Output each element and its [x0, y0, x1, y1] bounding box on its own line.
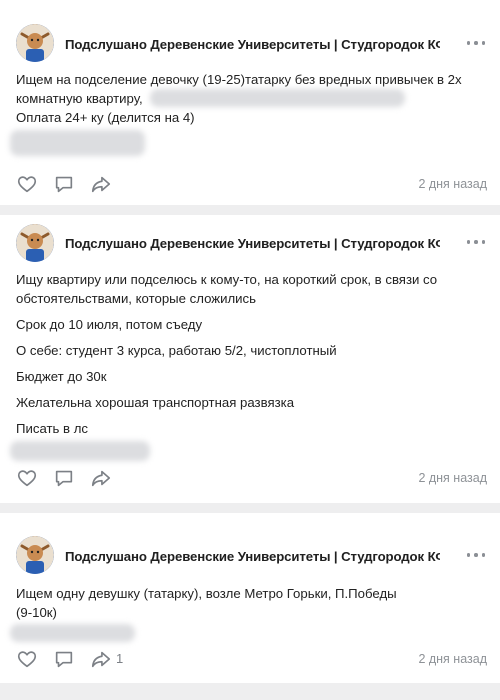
post-text-line: Ищем на подселение девочку (19-25)татарк…: [16, 72, 462, 87]
post-text-line: Срок до 10 июля, потом съеду: [16, 317, 203, 332]
redacted-text: [10, 130, 145, 156]
share-count: 1: [116, 651, 124, 666]
share-icon[interactable]: [90, 173, 112, 195]
post-author[interactable]: Подслушано Деревенские Университеты | Ст…: [65, 37, 440, 52]
post-text-line: Желательна хорошая транспортная развязка: [16, 395, 295, 410]
news-feed: Подслушано Деревенские Университеты | Ст…: [0, 0, 500, 700]
post-timestamp[interactable]: 2 дня назад: [418, 471, 487, 485]
post-text-line: обстоятельствами, которые сложились: [16, 291, 256, 306]
post-header: Подслушано Деревенские Университеты | Ст…: [0, 532, 500, 580]
post-author[interactable]: Подслушано Деревенские Университеты | Ст…: [65, 236, 440, 251]
heart-icon[interactable]: [16, 648, 38, 670]
share-icon[interactable]: [90, 648, 112, 670]
post-divider: [0, 205, 500, 215]
heart-icon[interactable]: [16, 467, 38, 489]
heart-icon[interactable]: [16, 173, 38, 195]
avatar[interactable]: [16, 24, 54, 62]
post-divider: [0, 503, 500, 513]
post-actions: 1 2 дня назад: [0, 648, 500, 672]
post-timestamp[interactable]: 2 дня назад: [418, 177, 487, 191]
post-actions: 2 дня назад: [0, 173, 500, 197]
post-divider: [0, 683, 500, 700]
more-dots-icon[interactable]: [465, 237, 487, 247]
post-text-line: комнатную квартиру,: [16, 91, 143, 106]
post-text-line: Писать в лс: [16, 421, 89, 436]
avatar[interactable]: [16, 224, 54, 262]
post-header: Подслушано Деревенские Университеты | Ст…: [0, 220, 500, 268]
comment-icon[interactable]: [53, 173, 75, 195]
post-timestamp[interactable]: 2 дня назад: [418, 652, 487, 666]
redacted-text: [150, 89, 405, 107]
redacted-text: [10, 624, 135, 642]
post-text-line: Бюджет до 30к: [16, 369, 107, 384]
post-header: Подслушано Деревенские Университеты | Ст…: [0, 20, 500, 68]
avatar[interactable]: [16, 536, 54, 574]
comment-icon[interactable]: [53, 648, 75, 670]
post-text-line: Оплата 24+ ку (делится на 4): [16, 110, 195, 125]
post-text-line: Ищу квартиру или подселюсь к кому-то, на…: [16, 272, 438, 287]
post-text-line: (9-10к): [16, 605, 57, 620]
share-icon[interactable]: [90, 467, 112, 489]
more-dots-icon[interactable]: [465, 38, 487, 48]
comment-icon[interactable]: [53, 467, 75, 489]
post-actions: 2 дня назад: [0, 467, 500, 491]
post-author[interactable]: Подслушано Деревенские Университеты | Ст…: [65, 549, 440, 564]
post-text-line: О себе: студент 3 курса, работаю 5/2, чи…: [16, 343, 337, 358]
redacted-text: [10, 441, 150, 461]
post-text-line: Ищем одну девушку (татарку), возле Метро…: [16, 586, 397, 601]
more-dots-icon[interactable]: [465, 550, 487, 560]
